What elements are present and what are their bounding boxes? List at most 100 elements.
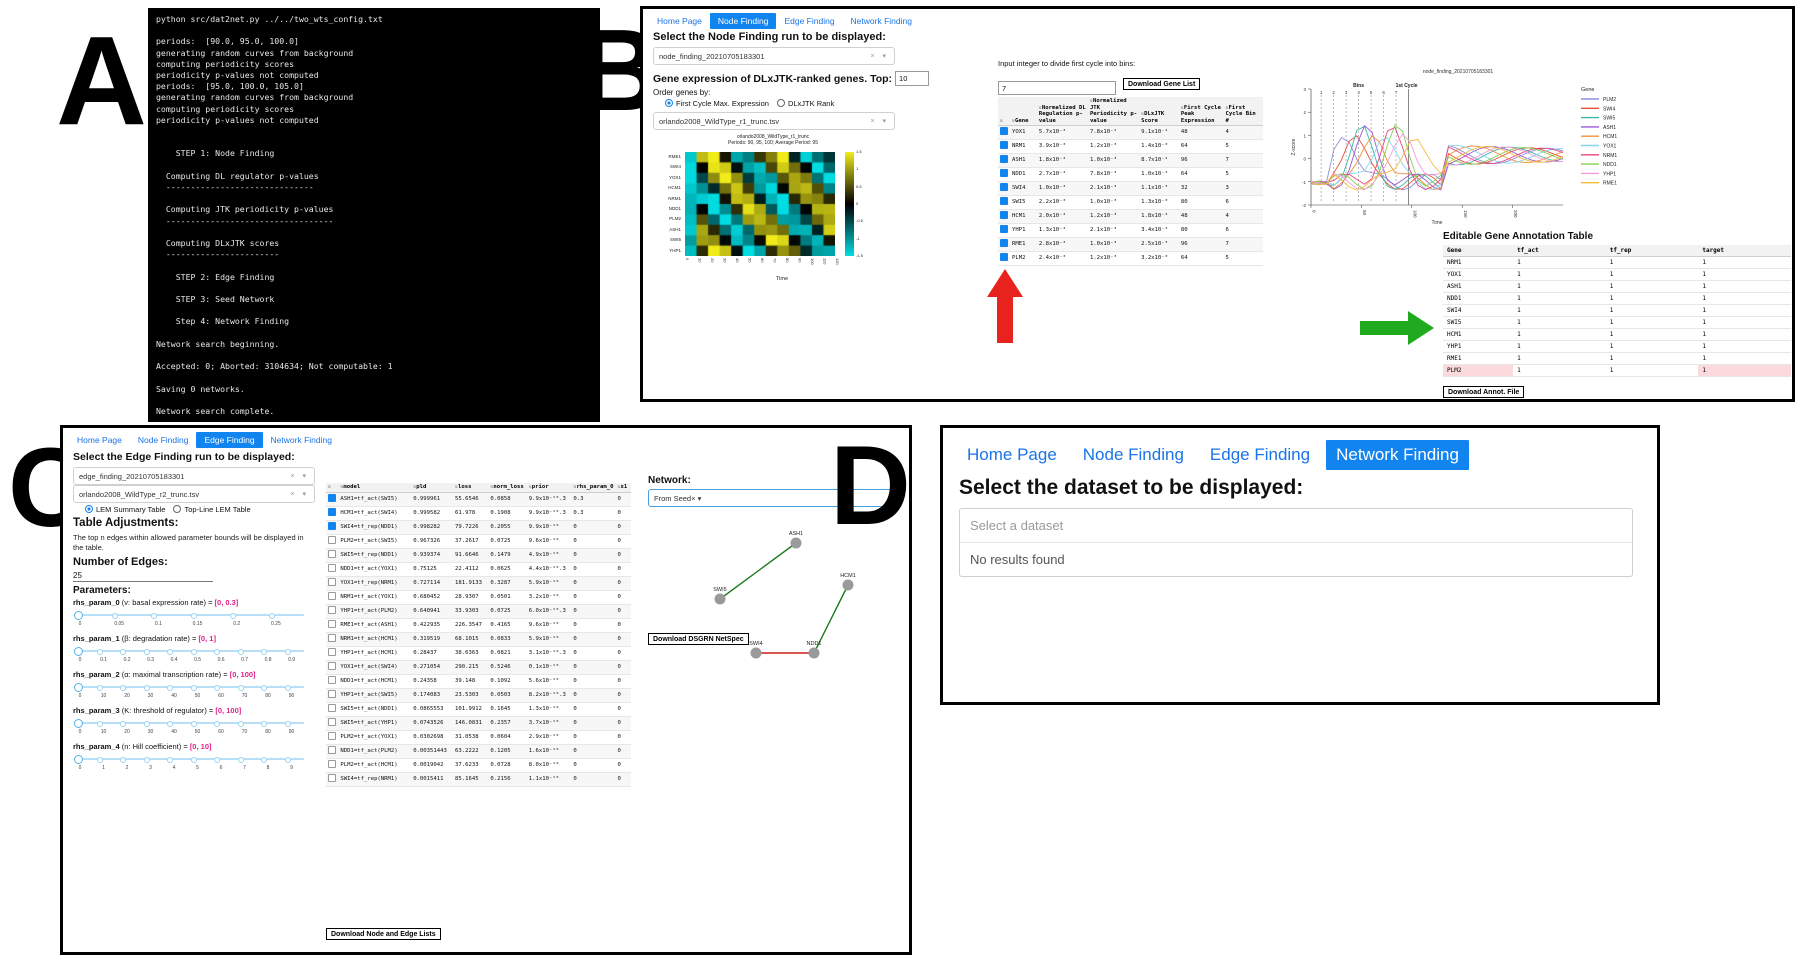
annot-cell[interactable]: 1 — [1513, 340, 1606, 353]
annot-cell[interactable]: 1 — [1605, 268, 1699, 281]
row-checkbox[interactable] — [1000, 141, 1008, 149]
annot-row[interactable]: PLM2 1 1 1 — [1443, 364, 1791, 377]
parameter-slider[interactable] — [73, 646, 308, 657]
annot-row[interactable]: HCM1 1 1 1 — [1443, 328, 1791, 341]
annot-cell[interactable]: 1 — [1698, 352, 1791, 365]
table-row[interactable]: YHP1=tf_act(HCM1) 0.28437 38.6363 0.0821 3.1… — [326, 646, 631, 661]
row-checkbox[interactable] — [328, 563, 336, 572]
table-row[interactable]: SWI4 1.0x10⁻³ 2.1x10⁻³ 1.1x10⁻³ 32 3 — [998, 181, 1263, 196]
row-checkbox[interactable] — [328, 577, 336, 586]
table-row[interactable]: YHP1 1.3x10⁻³ 2.1x10⁻³ 3.4x10⁻³ 80 6 — [998, 223, 1263, 238]
annot-cell[interactable]: 1 — [1605, 280, 1699, 293]
annot-cell[interactable]: 1 — [1605, 328, 1699, 341]
row-checkbox[interactable] — [328, 661, 336, 670]
table-row[interactable]: NDD1=tf_act(HCM1) 0.24358 39.148 0.1092 5.6x… — [326, 674, 631, 689]
row-checkbox[interactable] — [328, 591, 336, 600]
row-checkbox[interactable] — [328, 605, 336, 614]
table-row[interactable]: RME1=tf_act(ASH1) 0.422935 226.3547 0.4165 9… — [326, 618, 631, 633]
table-row[interactable]: YOX1=tf_rep(NRM1) 0.727114 181.9133 0.3287 5… — [326, 576, 631, 591]
annot-row[interactable]: SWI5 1 1 1 — [1443, 316, 1791, 329]
top-n-input[interactable]: 10 — [895, 71, 930, 86]
annot-cell[interactable]: 1 — [1605, 316, 1699, 329]
annot-cell[interactable]: 1 — [1513, 328, 1606, 341]
table-row[interactable]: NDD1=tf_act(PLM2) 0.00351443 63.2222 0.1205… — [326, 744, 631, 759]
edge-table-header[interactable]: ⇅pld — [411, 483, 454, 493]
radio-first-cycle-max-expression[interactable]: First Cycle Max. Expression — [665, 99, 769, 108]
nav-home-page[interactable]: Home Page — [69, 432, 130, 448]
table-row[interactable]: SWI5=tf_rep(NDD1) 0.939374 91.6646 0.1479 4.… — [326, 548, 631, 563]
nav-home-page[interactable]: Home Page — [957, 440, 1067, 470]
clear-and-chevron-icon[interactable]: × ▾ — [290, 490, 309, 498]
annot-cell[interactable]: 1 — [1698, 256, 1791, 269]
annot-cell[interactable]: 1 — [1513, 280, 1606, 293]
annot-cell[interactable]: 1 — [1698, 328, 1791, 341]
row-checkbox[interactable] — [328, 773, 336, 782]
nav-network-finding[interactable]: Network Finding — [1326, 440, 1469, 470]
annot-cell[interactable]: 1 — [1698, 340, 1791, 353]
row-checkbox[interactable] — [328, 493, 336, 502]
row-checkbox[interactable] — [1000, 239, 1008, 247]
row-checkbox[interactable] — [1000, 155, 1008, 163]
annot-cell[interactable]: 1 — [1605, 292, 1699, 305]
annot-row[interactable]: ASH1 1 1 1 — [1443, 280, 1791, 293]
annot-cell[interactable]: 1 — [1513, 352, 1606, 365]
annot-row[interactable]: SWI4 1 1 1 — [1443, 304, 1791, 317]
table-row[interactable]: NRM1=tf_act(YOX1) 0.680452 28.9307 0.0501 3.… — [326, 590, 631, 605]
clear-and-chevron-icon[interactable]: × ▾ — [290, 472, 309, 480]
download-dsgrn-netspec-button[interactable]: Download DSGRN NetSpec — [648, 633, 749, 645]
row-checkbox[interactable] — [328, 717, 336, 726]
gene-table-header[interactable]: ⇅Normalized JTK Periodicity p-value — [1087, 97, 1140, 126]
table-row[interactable]: NDD1 2.7x10⁻³ 7.8x10⁻³ 1.0x10⁻³ 64 5 — [998, 167, 1263, 182]
edge-table-header[interactable]: ⇅rhs_param_0 — [571, 483, 616, 493]
row-checkbox[interactable] — [328, 507, 336, 516]
table-row[interactable]: YOX1 5.7x10⁻³ 7.8x10⁻⁴ 9.1x10⁻⁴ 48 4 — [998, 125, 1263, 140]
annot-cell[interactable]: 1 — [1513, 304, 1606, 317]
row-checkbox[interactable] — [328, 633, 336, 642]
download-node-edge-lists-button[interactable]: Download Node and Edge Lists — [326, 928, 441, 940]
annot-cell[interactable]: 1 — [1605, 256, 1699, 269]
table-row[interactable]: YHP1=tf_act(PLM2) 0.640941 33.9303 0.0725 6.… — [326, 604, 631, 619]
table-row[interactable]: NDD1=tf_act(YOX1) 0.75125 22.4112 0.0625 4.4… — [326, 562, 631, 577]
nav-node-finding[interactable]: Node Finding — [1073, 440, 1194, 470]
radio-top-line-lem-table[interactable]: Top-Line LEM Table — [173, 505, 251, 514]
table-row[interactable]: ASH1=tf_act(SWI5) 0.999961 55.6546 0.0858 9.… — [326, 492, 631, 507]
row-checkbox[interactable] — [1000, 169, 1008, 177]
edge-table-header[interactable]: ⇅loss — [453, 483, 489, 493]
nav-network-finding[interactable]: Network Finding — [843, 13, 920, 29]
gene-table-header[interactable]: ⇅First Cycle Peak Expression — [1178, 97, 1224, 126]
annot-cell[interactable]: 1 — [1605, 340, 1699, 353]
annot-cell[interactable]: PLM2 — [1443, 364, 1514, 377]
gene-table-header[interactable]: ⇅DLxJTK Score — [1139, 97, 1179, 126]
table-row[interactable]: SWI5 2.2x10⁻³ 1.0x10⁻³ 1.3x10⁻³ 80 6 — [998, 195, 1263, 210]
row-checkbox[interactable] — [328, 675, 336, 684]
annot-cell[interactable]: RME1 — [1443, 352, 1514, 365]
gene-table-header[interactable]: ⇅Normalized DL Regulation p-value — [1036, 97, 1088, 126]
table-row[interactable]: HCM1=tf_act(SWI4) 0.999582 61.978 0.1908 9.9… — [326, 506, 631, 521]
gene-table-header[interactable]: ⇅Gene — [1010, 97, 1037, 126]
table-row[interactable]: SWI5=tf_act(YHP1) 0.0743526 146.0831 0.2357… — [326, 716, 631, 731]
annot-cell[interactable]: SWI4 — [1443, 304, 1514, 317]
radio-dlxjtk-rank[interactable]: DLxJTK Rank — [776, 99, 834, 108]
annot-row[interactable]: YOX1 1 1 1 — [1443, 268, 1791, 281]
annot-cell[interactable]: 1 — [1513, 292, 1606, 305]
clear-and-chevron-icon[interactable]: × ▾ — [691, 494, 701, 503]
row-checkbox[interactable] — [1000, 197, 1008, 205]
parameter-slider[interactable] — [73, 754, 308, 765]
annot-cell[interactable]: NDD1 — [1443, 292, 1514, 305]
annot-cell[interactable]: HCM1 — [1443, 328, 1514, 341]
clear-and-chevron-icon[interactable]: × ▾ — [870, 52, 889, 60]
nav-node-finding[interactable]: Node Finding — [709, 13, 777, 29]
nav-home-page[interactable]: Home Page — [649, 13, 710, 29]
nav-edge-finding[interactable]: Edge Finding — [1200, 440, 1320, 470]
node-run-select[interactable]: node_finding_20210705183301 × ▾ — [653, 47, 895, 65]
table-row[interactable]: SWI4=tf_rep(NRM1) 0.0015411 85.1645 0.2156 1… — [326, 772, 631, 787]
parameter-slider[interactable] — [73, 610, 308, 621]
radio-lem-summary-table[interactable]: LEM Summary Table — [85, 505, 165, 514]
nav-edge-finding[interactable]: Edge Finding — [776, 13, 842, 29]
annot-cell[interactable]: 1 — [1698, 292, 1791, 305]
annot-cell[interactable]: ASH1 — [1443, 280, 1514, 293]
gene-table-header[interactable]: ⇅First Cycle Bin # — [1223, 97, 1263, 126]
row-checkbox[interactable] — [1000, 211, 1008, 219]
edge-table-header[interactable]: ⇅prior — [526, 483, 572, 493]
row-checkbox[interactable] — [328, 549, 336, 558]
